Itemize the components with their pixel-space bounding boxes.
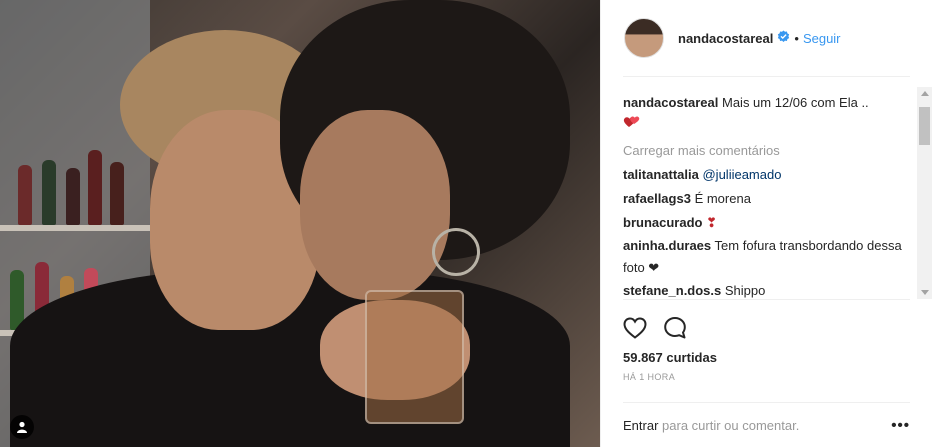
photo-bottle: [110, 162, 124, 225]
post-header: nandacostareal • Seguir: [623, 0, 910, 77]
caption-username[interactable]: nandacostareal: [623, 95, 718, 110]
post-caption: nandacostareal Mais um 12/06 com Ela ..: [623, 93, 932, 135]
login-link[interactable]: Entrar: [623, 418, 658, 433]
photo-earring: [432, 228, 480, 276]
header-separator: •: [794, 30, 799, 46]
comments-scrollbar[interactable]: [917, 87, 932, 299]
likes-count[interactable]: 59.867 curtidas: [623, 346, 910, 368]
photo-face-right: [300, 110, 450, 300]
comment-icon[interactable]: [663, 316, 687, 340]
header-username[interactable]: nandacostareal: [678, 31, 773, 46]
post-sidebar: nandacostareal • Seguir nandacostareal M…: [600, 0, 932, 447]
list-item: aninha.duraes Tem fofura transbordando d…: [623, 235, 932, 279]
photo-glass: [365, 290, 464, 424]
post-footer: Entrar para curtir ou comentar. •••: [623, 402, 910, 447]
comment-username[interactable]: talitanattalia: [623, 167, 699, 182]
comment-text: É morena: [694, 191, 751, 206]
login-prompt-text: para curtir ou comentar.: [662, 417, 800, 433]
heart-emoji: [623, 113, 922, 135]
comment-username[interactable]: aninha.duraes: [623, 238, 711, 253]
comment-username[interactable]: rafaellags3: [623, 191, 691, 206]
photo-shelf: [0, 225, 160, 231]
comments-list[interactable]: nandacostareal Mais um 12/06 com Ela .. …: [623, 77, 932, 299]
follow-button[interactable]: Seguir: [803, 31, 841, 46]
heart-icon[interactable]: [623, 317, 647, 339]
caption-text: Mais um 12/06 com Ela ..: [722, 95, 869, 110]
photo-bottle: [88, 150, 102, 225]
comment-username[interactable]: stefane_n.dos.s: [623, 283, 721, 298]
scroll-up-arrow-icon[interactable]: [921, 91, 929, 96]
tagged-users-button[interactable]: [10, 415, 34, 439]
post-timestamp[interactable]: HÁ 1 HORA: [623, 368, 910, 386]
more-options-button[interactable]: •••: [891, 417, 910, 434]
comment-mention[interactable]: @juliieamado: [702, 167, 781, 182]
instagram-post: nandacostareal • Seguir nandacostareal M…: [0, 0, 932, 447]
photo-bottle: [18, 165, 32, 225]
list-item: stefane_n.dos.s Shippo: [623, 279, 932, 299]
photo-bottle: [66, 168, 80, 225]
photo-bottle: [42, 160, 56, 225]
login-prompt: Entrar para curtir ou comentar.: [623, 418, 799, 433]
comment-username[interactable]: brunacurado: [623, 215, 702, 230]
verified-badge-icon: [777, 30, 790, 46]
likes-number: 59.867: [623, 350, 663, 365]
scroll-down-arrow-icon[interactable]: [921, 290, 929, 295]
load-more-comments-button[interactable]: Carregar mais comentários: [623, 139, 932, 163]
list-item: talitanattalia @juliieamado: [623, 163, 932, 187]
list-item: brunacurado ❣: [623, 211, 932, 235]
scrollbar-thumb[interactable]: [919, 107, 930, 145]
likes-label: curtidas: [666, 350, 717, 365]
list-item: rafaellags3 É morena: [623, 187, 932, 211]
avatar[interactable]: [624, 18, 664, 58]
post-photo[interactable]: [0, 0, 600, 447]
action-bar: [623, 299, 910, 346]
user-icon: [17, 421, 27, 433]
comment-text: ❣: [706, 215, 717, 230]
comment-text: Shippo: [724, 283, 766, 298]
